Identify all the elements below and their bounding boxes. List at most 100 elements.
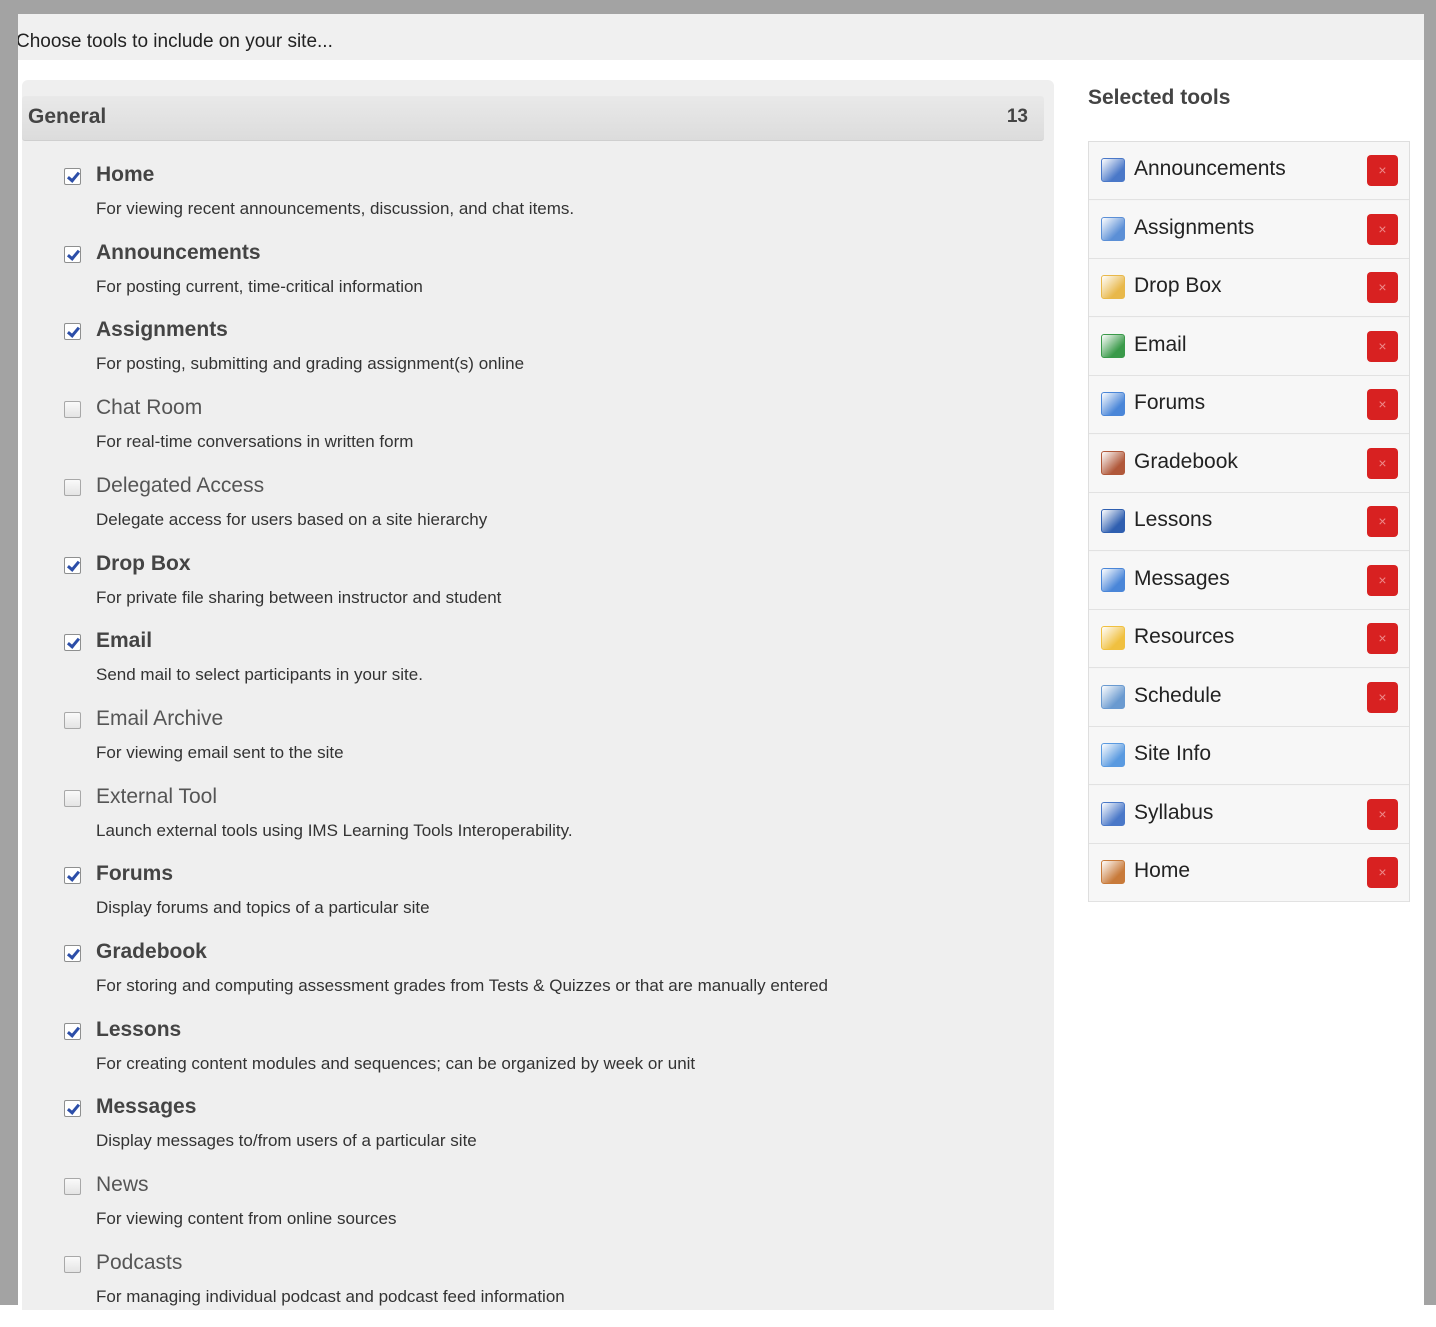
tool-row: Home For viewing recent announcements, di…	[62, 163, 962, 239]
tool-checkbox[interactable]	[64, 401, 81, 419]
remove-tool-button[interactable]: ×	[1367, 272, 1398, 303]
selected-tool-label: Assignments	[1134, 215, 1255, 239]
tool-row: Delegated Access Delegate access for user…	[62, 474, 962, 550]
tool-name[interactable]: Announcements	[96, 241, 261, 265]
remove-tool-button[interactable]: ×	[1367, 857, 1398, 888]
tool-row: Email Archive For viewing email sent to t…	[62, 707, 962, 783]
tool-name[interactable]: Forums	[96, 862, 173, 886]
tool-row: Announcements For posting current, time-c…	[62, 241, 962, 317]
selected-tool-item: Forums ×	[1089, 376, 1409, 434]
selected-tool-item: Resources ×	[1089, 610, 1409, 668]
tool-checkbox[interactable]	[64, 1178, 81, 1196]
tool-row: Chat Room For real-time conversations in …	[62, 396, 962, 472]
selected-tools-title: Selected tools	[1088, 86, 1231, 109]
remove-tool-button[interactable]: ×	[1367, 506, 1398, 537]
tool-checkbox[interactable]	[64, 945, 81, 962]
instruction-text: Choose tools to include on your site...	[16, 31, 333, 52]
selected-tool-label: Forums	[1134, 391, 1206, 414]
tool-name[interactable]: Gradebook	[96, 940, 207, 964]
tool-checkbox[interactable]	[64, 168, 81, 185]
selected-tool-label: Home	[1134, 859, 1191, 882]
tool-description: For posting, submitting and grading assi…	[96, 354, 525, 374]
tool-name[interactable]: News	[96, 1173, 149, 1197]
tool-checkbox[interactable]	[64, 867, 81, 885]
remove-tool-button[interactable]: ×	[1367, 681, 1398, 713]
selected-tool-label: Lessons	[1134, 508, 1213, 531]
assignments-icon	[1101, 216, 1125, 241]
resources-icon	[1101, 626, 1125, 650]
tool-name[interactable]: Email Archive	[96, 707, 223, 731]
selected-tool-label: Messages	[1134, 566, 1230, 590]
messages-icon	[1101, 567, 1125, 592]
tool-name[interactable]: Podcasts	[96, 1251, 182, 1275]
tool-checkbox[interactable]	[64, 478, 81, 496]
selected-tool-label: Site Info	[1134, 742, 1212, 765]
tool-name[interactable]: Assignments	[96, 318, 228, 342]
selected-tool-item: Site Info	[1089, 727, 1409, 785]
selected-tool-item: Syllabus ×	[1089, 785, 1409, 844]
tool-description: For viewing content from online sources	[96, 1209, 397, 1229]
selected-tool-item: Announcements ×	[1089, 142, 1409, 200]
selected-tool-label: Announcements	[1134, 157, 1286, 180]
tool-name[interactable]: Chat Room	[96, 396, 202, 420]
selected-tool-label: Syllabus	[1134, 800, 1214, 824]
schedule-icon	[1101, 684, 1125, 709]
group-title: General	[28, 105, 107, 128]
selected-tool-label: Resources	[1134, 625, 1235, 648]
remove-tool-button[interactable]: ×	[1367, 447, 1398, 479]
selected-tool-label: Drop Box	[1134, 274, 1222, 297]
remove-tool-button[interactable]: ×	[1367, 623, 1398, 654]
tool-description: Display forums and topics of a particula…	[96, 898, 430, 918]
remove-tool-button[interactable]: ×	[1367, 798, 1398, 830]
syllabus-icon	[1101, 801, 1125, 826]
tool-checkbox[interactable]	[64, 1100, 81, 1118]
tool-row: Assignments For posting, submitting and g…	[62, 318, 962, 394]
tool-name[interactable]: Drop Box	[96, 552, 191, 576]
tool-description: Launch external tools using IMS Learning…	[96, 820, 573, 840]
tool-description: For viewing email sent to the site	[96, 742, 344, 762]
tool-description: For private file sharing between instruc…	[96, 587, 502, 607]
selected-tool-item: Assignments ×	[1089, 200, 1409, 259]
selected-tool-label: Gradebook	[1134, 449, 1238, 473]
tool-row: Drop Box For private file sharing between…	[62, 552, 962, 628]
tool-name[interactable]: Messages	[96, 1095, 196, 1119]
selected-tool-item: Drop Box ×	[1089, 259, 1409, 317]
group-header-general[interactable]: General 13	[22, 96, 1044, 141]
tool-name[interactable]: Home	[96, 163, 154, 187]
tool-checkbox[interactable]	[64, 1255, 81, 1273]
selected-tool-label: Email	[1134, 332, 1187, 356]
site-info-icon	[1101, 743, 1125, 767]
remove-tool-button[interactable]: ×	[1367, 564, 1398, 596]
tool-name[interactable]: External Tool	[96, 785, 217, 809]
tool-description: For managing individual podcast and podc…	[96, 1286, 565, 1306]
dropbox-icon	[1101, 275, 1125, 299]
tool-checkbox[interactable]	[64, 1022, 81, 1040]
remove-tool-button[interactable]: ×	[1367, 155, 1398, 186]
tool-name[interactable]: Delegated Access	[96, 474, 264, 498]
tool-checkbox[interactable]	[64, 634, 81, 652]
selected-tool-item: Email ×	[1089, 317, 1409, 376]
tool-name[interactable]: Lessons	[96, 1018, 181, 1042]
tool-description: For storing and computing assessment gra…	[96, 976, 828, 995]
tool-row: Gradebook For storing and computing asses…	[62, 940, 962, 1016]
tool-row: Messages Display messages to/from users o…	[62, 1095, 962, 1171]
selected-tool-item: Schedule ×	[1089, 668, 1409, 727]
remove-tool-button[interactable]: ×	[1367, 389, 1398, 420]
selected-tool-item: Messages ×	[1089, 551, 1409, 610]
tool-row: External Tool Launch external tools using…	[62, 785, 962, 861]
announcements-icon	[1101, 158, 1125, 182]
selected-tool-label: Schedule	[1134, 683, 1222, 707]
tool-checkbox[interactable]	[64, 556, 81, 574]
tool-checkbox[interactable]	[64, 323, 81, 341]
tool-row: Podcasts For managing individual podcast …	[62, 1251, 962, 1327]
tool-name[interactable]: Email	[96, 629, 152, 653]
tool-checkbox[interactable]	[64, 245, 81, 263]
lessons-icon	[1101, 509, 1125, 533]
forums-icon	[1101, 392, 1125, 416]
tool-description: For creating content modules and sequenc…	[96, 1053, 696, 1073]
tool-row: News For viewing content from online sour…	[62, 1173, 962, 1249]
tool-checkbox[interactable]	[64, 711, 81, 729]
tool-checkbox[interactable]	[64, 789, 81, 807]
remove-tool-button[interactable]: ×	[1367, 330, 1398, 362]
remove-tool-button[interactable]: ×	[1367, 213, 1398, 245]
